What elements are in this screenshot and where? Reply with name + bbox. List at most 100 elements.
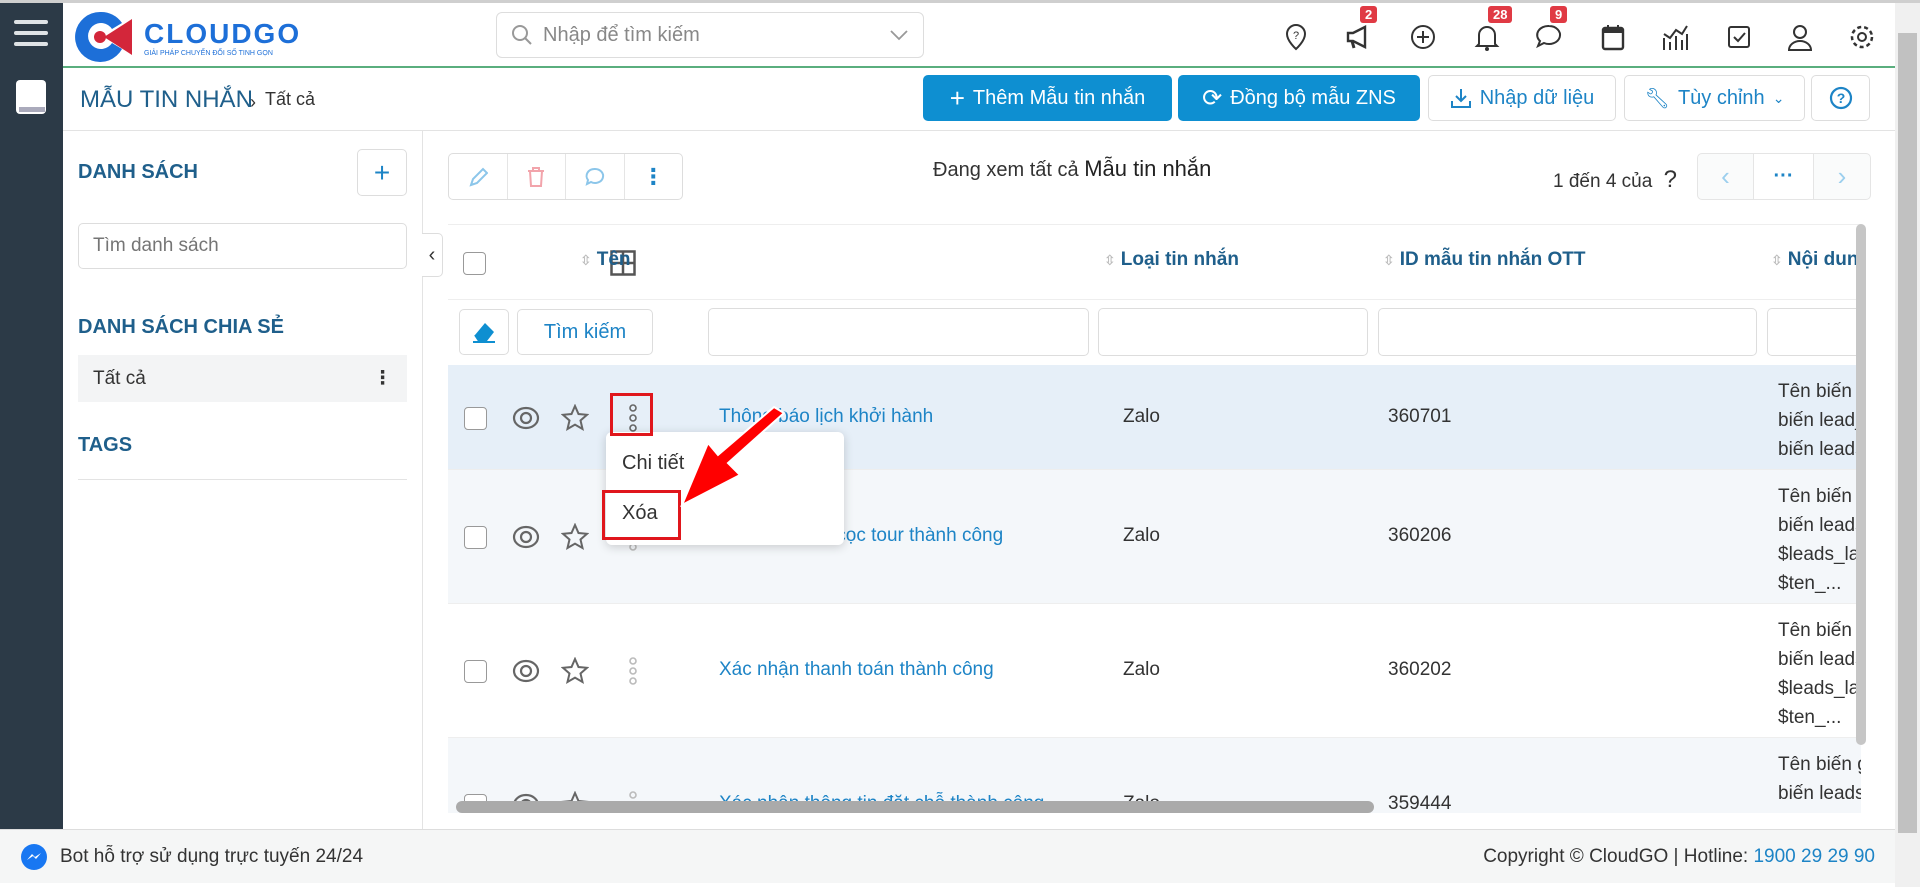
more-actions-button[interactable]: ⋮ xyxy=(625,154,683,199)
logo-tagline: GIẢI PHÁP CHUYỂN ĐỔI SỐ TINH GỌN xyxy=(144,49,273,57)
messenger-icon[interactable] xyxy=(20,843,48,876)
filter-row: Tìm kiếm xyxy=(448,300,1861,365)
sort-icon: ⇳ xyxy=(1104,252,1116,268)
megaphone-icon[interactable]: 2 xyxy=(1344,6,1378,52)
cloudgo-logo[interactable]: CLOUDGO GIẢI PHÁP CHUYỂN ĐỔI SỐ TINH GỌN xyxy=(70,8,301,66)
chevron-right-icon: › xyxy=(1837,161,1847,191)
content-line: $leads_las xyxy=(1778,678,1861,699)
star-icon[interactable] xyxy=(560,656,590,690)
location-help-icon[interactable]: ? xyxy=(1281,22,1311,52)
row-checkbox[interactable] xyxy=(464,660,487,683)
filter-type-input[interactable] xyxy=(1098,308,1368,356)
chat-icon xyxy=(585,167,604,186)
content-line: biến leads xyxy=(1778,649,1861,670)
column-header[interactable]: ⇳Nội dung xyxy=(1771,249,1861,271)
delete-button[interactable] xyxy=(508,154,566,199)
divider xyxy=(78,479,407,480)
collapse-panel-button[interactable]: ‹ xyxy=(422,233,443,277)
viewing-label: Đang xem tất cả Mẫu tin nhắn xyxy=(933,156,1211,182)
list-search-input[interactable] xyxy=(78,223,407,269)
hotline-label: Hotline: xyxy=(1683,846,1749,867)
page-title: MẪU TIN NHẮN xyxy=(80,86,253,113)
prev-page-button[interactable]: ‹ xyxy=(1698,154,1754,199)
chevron-left-icon: ‹ xyxy=(1721,161,1730,191)
star-icon[interactable] xyxy=(560,403,590,437)
gear-icon[interactable] xyxy=(1847,22,1877,52)
sort-icon: ⇳ xyxy=(580,252,592,268)
plus-circle-icon[interactable] xyxy=(1408,22,1438,52)
bell-icon[interactable]: 28 xyxy=(1472,6,1513,52)
column-header[interactable]: ⇳ ID mẫu tin nhắn OTT xyxy=(1383,249,1586,271)
pager-range: 1 đến 4 của xyxy=(1553,171,1653,192)
page-more-button[interactable]: ··· xyxy=(1754,154,1814,199)
notification-badge: 2 xyxy=(1360,6,1378,23)
shared-list-heading: DANH SÁCH CHIA SẺ xyxy=(78,316,284,338)
user-icon[interactable] xyxy=(1785,22,1815,52)
row-checkbox[interactable] xyxy=(464,526,487,549)
star-icon[interactable] xyxy=(560,522,590,556)
select-all-checkbox[interactable] xyxy=(463,252,486,275)
eye-icon[interactable] xyxy=(512,524,540,555)
ott-template-id: 360701 xyxy=(1388,406,1452,427)
sync-zns-label: Đồng bộ mẫu ZNS xyxy=(1230,86,1396,109)
eye-icon[interactable] xyxy=(512,658,540,689)
help-button[interactable]: ? xyxy=(1811,75,1870,121)
column-header[interactable]: ⇳ Tên xyxy=(580,249,631,271)
page-scrollbar-thumb[interactable] xyxy=(1898,33,1917,833)
table-vertical-scrollbar[interactable] xyxy=(1856,224,1866,745)
list-item-label: Tất cả xyxy=(93,367,146,389)
column-header-label: ID mẫu tin nhắn OTT xyxy=(1399,249,1586,270)
row-more-icon[interactable] xyxy=(627,656,639,691)
global-search-input[interactable]: Nhập để tìm kiếm xyxy=(496,12,924,58)
add-template-button[interactable]: + Thêm Mẫu tin nhắn xyxy=(923,75,1172,121)
column-header[interactable]: ⇳ Loại tin nhắn xyxy=(1104,249,1239,271)
tags-heading: TAGS xyxy=(78,434,133,456)
template-name-link[interactable]: Xác nhận thanh toán thành công xyxy=(719,659,994,681)
content-line: Tên biến g xyxy=(1778,486,1861,507)
eye-icon[interactable] xyxy=(512,405,540,436)
chart-icon[interactable] xyxy=(1660,22,1690,52)
chevron-down-icon[interactable] xyxy=(889,29,909,41)
chat-bot-link[interactable]: Bot hỗ trợ sử dụng trực tuyến 24/24 xyxy=(60,846,363,868)
content-line: $ten_... xyxy=(1778,707,1842,728)
template-content: Tên biến g biến lead_ biến leads xyxy=(1778,377,1861,464)
pager-buttons: ‹ ··· › xyxy=(1697,153,1871,200)
page-scrollbar[interactable] xyxy=(1895,3,1920,887)
comment-button[interactable] xyxy=(566,154,625,199)
content-line: biến leads xyxy=(1778,783,1861,804)
next-page-button[interactable]: › xyxy=(1814,154,1870,199)
add-template-label: Thêm Mẫu tin nhắn xyxy=(972,86,1146,109)
edit-button[interactable] xyxy=(449,154,508,199)
filter-id-input[interactable] xyxy=(1378,308,1757,356)
content-line: $leads_las xyxy=(1778,808,1861,813)
shared-list-item-all[interactable]: Tất cả ⋮ xyxy=(78,355,407,402)
ott-template-id: 359444 xyxy=(1388,793,1452,813)
clear-filter-button[interactable] xyxy=(459,309,509,355)
content-line: $ten_... xyxy=(1778,573,1842,594)
breadcrumb[interactable]: Tất cả xyxy=(265,89,315,110)
import-data-button[interactable]: Nhập dữ liệu xyxy=(1428,75,1616,121)
filter-name-input[interactable] xyxy=(708,308,1089,356)
filter-content-input[interactable] xyxy=(1767,308,1861,356)
pencil-icon xyxy=(469,167,488,187)
chat-icon[interactable]: 9 xyxy=(1534,6,1568,52)
search-icon xyxy=(512,25,532,45)
add-list-button[interactable]: + xyxy=(357,149,407,196)
pager-total[interactable]: ? xyxy=(1664,166,1677,193)
customize-button[interactable]: 🔧︎ Tùy chỉnh ⌄ xyxy=(1624,75,1805,121)
sync-zns-button[interactable]: ⟳ Đồng bộ mẫu ZNS xyxy=(1178,75,1420,121)
more-vertical-icon[interactable]: ⋮ xyxy=(373,367,392,390)
bulk-actions: ⋮ xyxy=(448,153,683,200)
calendar-icon[interactable] xyxy=(1598,22,1628,52)
hotline-link[interactable]: 1900 29 29 90 xyxy=(1753,846,1875,867)
hamburger-menu-icon[interactable] xyxy=(14,18,48,53)
book-icon[interactable] xyxy=(15,79,47,122)
plus-icon: + xyxy=(373,156,391,188)
row-checkbox[interactable] xyxy=(464,407,487,430)
ott-template-id: 360206 xyxy=(1388,525,1452,546)
checkbox-icon[interactable] xyxy=(1724,22,1754,52)
table-horizontal-scrollbar[interactable] xyxy=(456,801,1374,813)
divider xyxy=(63,130,1895,131)
import-data-label: Nhập dữ liệu xyxy=(1479,86,1595,109)
filter-search-button[interactable]: Tìm kiếm xyxy=(517,309,653,355)
